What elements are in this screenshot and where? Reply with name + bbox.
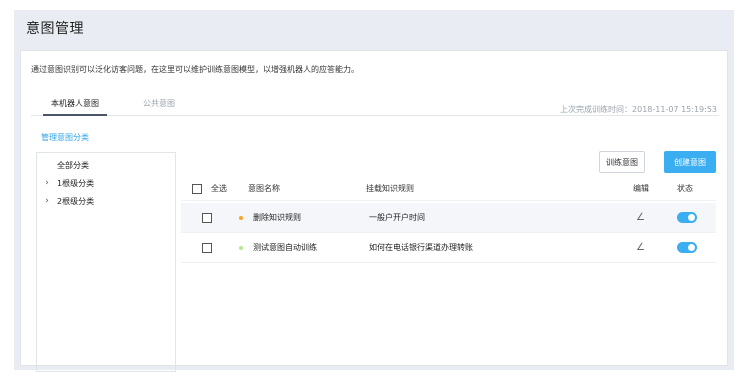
knowledge-rule: 一般户开户时间 [369, 213, 425, 222]
chevron-right-icon[interactable]: › [41, 196, 53, 206]
header-knowledge-rule: 挂载知识规则 [366, 184, 414, 193]
intent-name: 测试意图自动训练 [253, 243, 317, 252]
train-intent-button[interactable]: 训练意图 [599, 151, 645, 173]
manage-categories-link[interactable]: 管理意图分类 [41, 132, 89, 143]
content-card: 通过意图识别可以泛化访客问题，在这里可以维护训练意图模型，以增强机器人的应答能力… [20, 50, 728, 372]
pencil-icon[interactable]: ∠ [636, 212, 645, 223]
status-toggle[interactable] [677, 242, 697, 253]
tree-item-label: 2根级分类 [57, 196, 95, 206]
page-frame: 意图管理 通过意图识别可以泛化访客问题，在这里可以维护训练意图模型，以增强机器人… [14, 10, 734, 372]
tab-bot-intents[interactable]: 本机器人意图 [43, 98, 107, 116]
page-title: 意图管理 [26, 21, 84, 37]
pencil-icon[interactable]: ∠ [636, 242, 645, 253]
status-toggle[interactable] [677, 212, 697, 223]
table-header: 全选 意图名称 挂载知识规则 编辑 状态 [181, 177, 716, 201]
table-row[interactable]: 删除知识规则 一般户开户时间 ∠ [181, 203, 716, 233]
tab-bar: 本机器人意图 公共意图 上次完成训练时间：2018-11-07 15:19:53 [31, 98, 719, 116]
table-row[interactable]: 测试意图自动训练 如何在电话银行渠道办理转账 ∠ [181, 233, 716, 263]
header-status: 状态 [677, 184, 693, 193]
tab-public-intents[interactable]: 公共意图 [135, 98, 183, 116]
status-dot [239, 215, 243, 220]
row-checkbox[interactable] [202, 242, 212, 253]
create-intent-button[interactable]: 创建意图 [664, 151, 716, 173]
tree-item-label: 全部分类 [57, 160, 89, 170]
knowledge-rule: 如何在电话银行渠道办理转账 [369, 243, 473, 252]
category-tree: 全部分类 › 1根级分类 › 2根级分类 [36, 152, 176, 372]
tree-item-label: 1根级分类 [57, 178, 95, 188]
tree-item-root-1[interactable]: › 1根级分类 [41, 176, 94, 190]
chevron-right-icon[interactable]: › [41, 178, 53, 188]
page-description: 通过意图识别可以泛化访客问题，在这里可以维护训练意图模型，以增强机器人的应答能力… [31, 65, 359, 74]
row-checkbox[interactable] [202, 212, 212, 223]
last-train-time: 上次完成训练时间：2018-11-07 15:19:53 [560, 105, 717, 114]
select-all-checkbox[interactable] [192, 183, 202, 194]
intent-name: 删除知识规则 [253, 213, 301, 222]
tree-item-root-2[interactable]: › 2根级分类 [41, 194, 94, 208]
header-edit: 编辑 [633, 184, 649, 193]
tree-item-all[interactable]: 全部分类 [57, 158, 89, 172]
status-dot [239, 245, 243, 250]
select-all-cell: 全选 [192, 177, 227, 200]
select-all-label: 全选 [211, 184, 227, 193]
header-intent-name: 意图名称 [248, 184, 280, 193]
